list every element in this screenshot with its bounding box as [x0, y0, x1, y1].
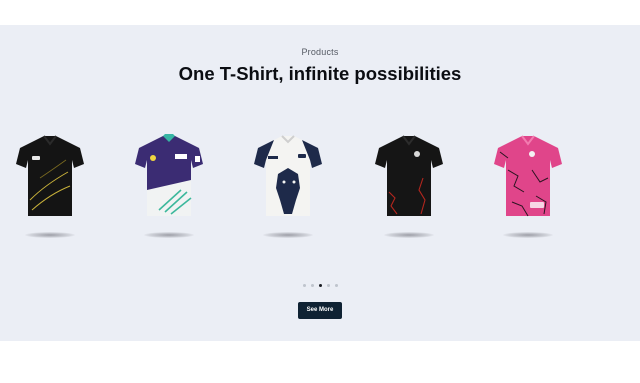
products-section: Products One T-Shirt, infinite possibili… — [0, 25, 640, 341]
carousel-pagination — [0, 283, 640, 289]
product-shadow — [25, 232, 75, 238]
product-shadow — [263, 232, 313, 238]
pagination-dot[interactable] — [334, 284, 338, 287]
black-gold-jersey-image — [16, 135, 84, 216]
pagination-dot[interactable] — [326, 284, 330, 287]
pink-crackle-jersey-image — [494, 135, 562, 217]
white-lion-jersey-image — [254, 135, 322, 216]
product-shadow — [503, 232, 553, 238]
pagination-dot-active[interactable] — [318, 284, 322, 287]
section-eyebrow: Products — [301, 47, 339, 57]
product-shadow — [384, 232, 434, 238]
product-card-white-lion[interactable] — [248, 130, 328, 245]
product-card-purple-teal[interactable] — [129, 130, 209, 245]
product-carousel[interactable] — [0, 130, 640, 245]
section-headline: One T-Shirt, infinite possibilities — [178, 63, 462, 84]
pagination-dot[interactable] — [310, 284, 314, 287]
purple-teal-jersey-image — [135, 134, 203, 216]
black-red-jersey-image — [375, 135, 443, 216]
product-card-black-gold[interactable] — [10, 130, 90, 245]
product-shadow — [144, 232, 194, 238]
see-more-button[interactable]: See More — [298, 302, 342, 319]
pagination-dot[interactable] — [302, 284, 306, 287]
product-card-black-red[interactable] — [369, 130, 449, 245]
product-card-pink-crackle[interactable] — [488, 130, 568, 245]
